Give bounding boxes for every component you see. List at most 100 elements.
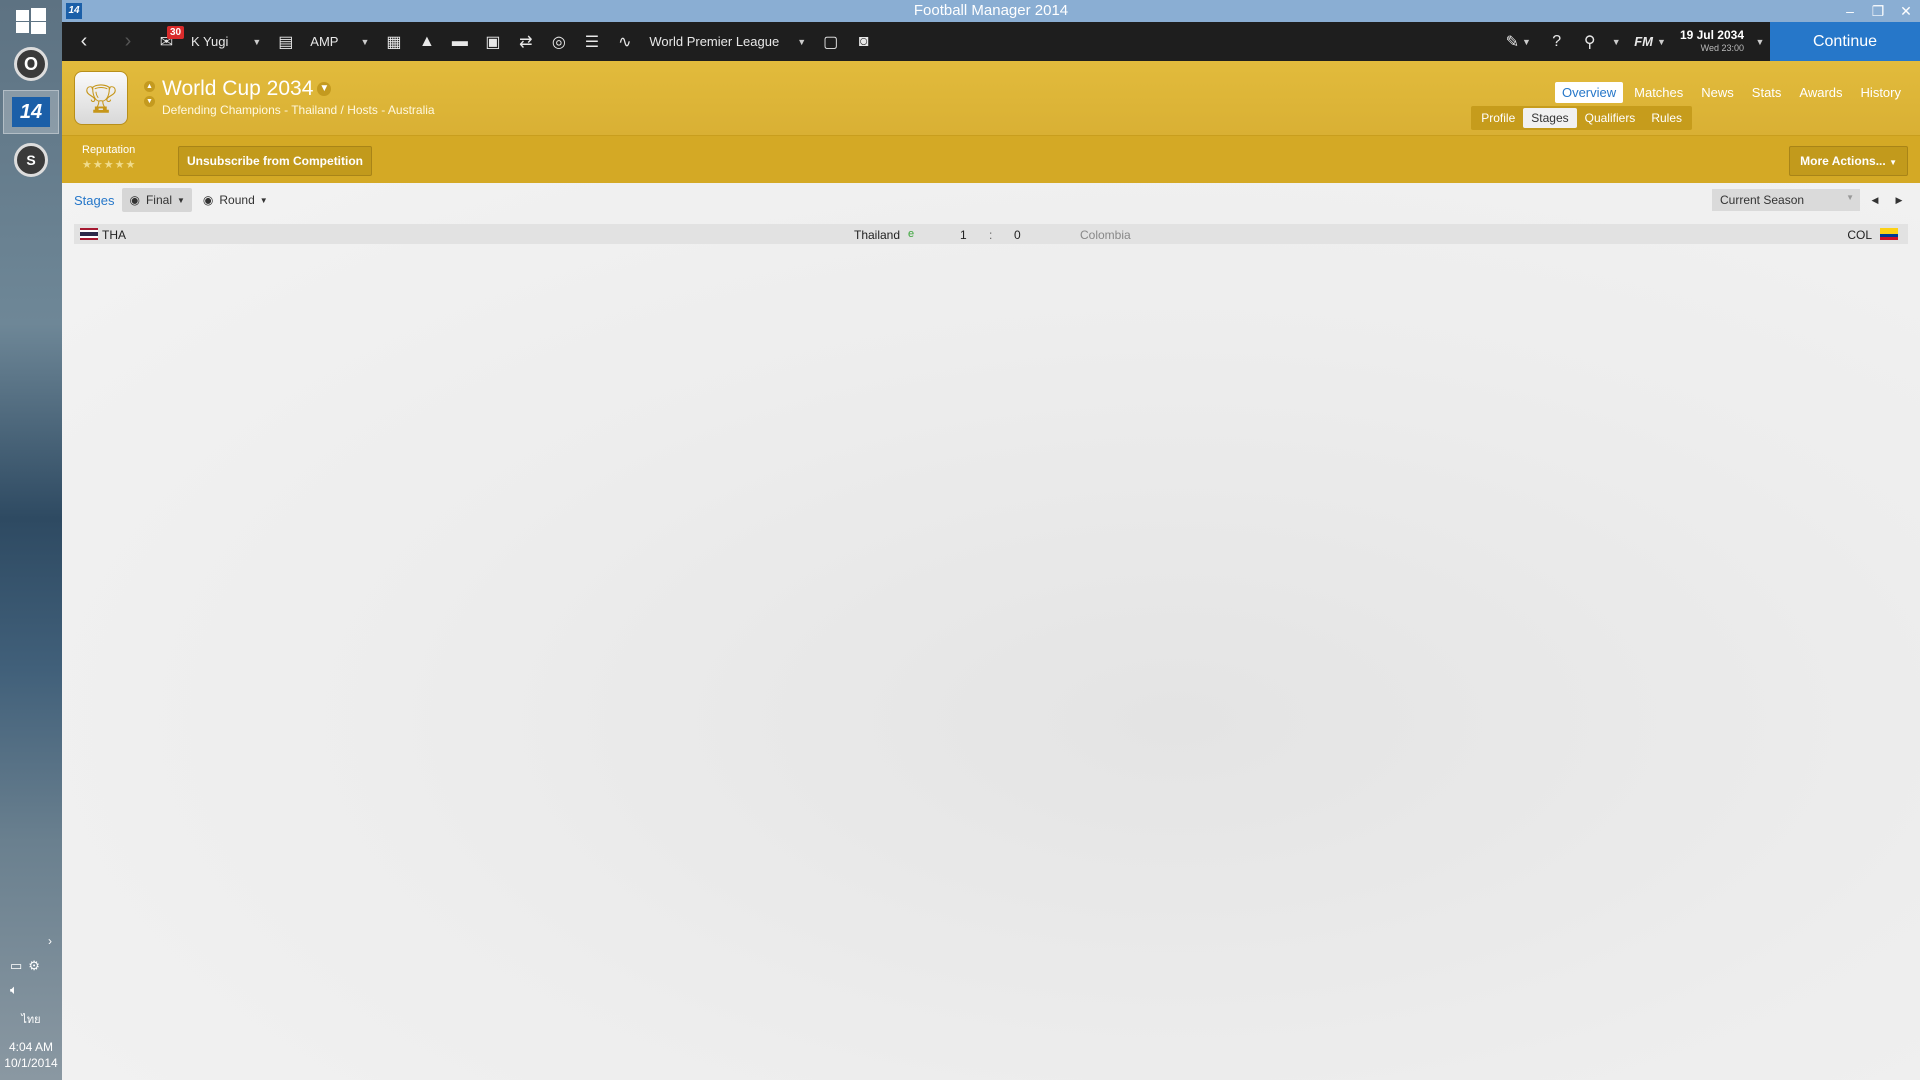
tab-overview[interactable]: Overview [1554, 82, 1624, 103]
folder-icon[interactable]: ▬ [443, 22, 476, 61]
scouting-icon[interactable]: ◎ [542, 22, 575, 61]
team-menu[interactable]: AMP ▼ [302, 22, 377, 61]
chevron-down-icon: ▼ [1889, 158, 1897, 167]
tray-volume: 🔈︎ [10, 982, 54, 998]
search-icon[interactable]: ⚲ [1573, 22, 1606, 61]
inbox-icon[interactable]: ✉ 30 [150, 22, 185, 61]
away-score[interactable]: 0 [1014, 228, 1021, 242]
subtab-stages[interactable]: Stages [1523, 108, 1577, 128]
tactics-icon[interactable]: ▦ [377, 22, 410, 61]
round-filter-label: Round [219, 193, 255, 207]
competition-nav-tabs: Overview Matches News Stats Awards Histo… [1554, 82, 1908, 103]
competition-header: 🏆︎ ▲ ▼ World Cup 2034 ▼ Defending Champio… [62, 61, 1920, 183]
home-team-name[interactable]: Thailand [854, 228, 900, 242]
chevron-down-icon: ▼ [259, 195, 268, 205]
taskbar-app-steam[interactable]: S [3, 138, 59, 182]
fm-menu[interactable]: FM ▼ [1626, 22, 1674, 61]
network-icon[interactable]: ▭ [10, 958, 22, 974]
window-title: Football Manager 2014 [913, 2, 1069, 19]
steam-tray-icon[interactable]: ⚙ [28, 958, 40, 974]
fm-app-icon: 14 [12, 97, 50, 127]
tray-icons: ▭ ⚙ [10, 958, 54, 974]
subtab-rules[interactable]: Rules [1643, 108, 1690, 128]
help-icon[interactable]: ? [1540, 22, 1573, 61]
transfers-icon[interactable]: ⇄ [509, 22, 542, 61]
reputation-label: Reputation [82, 144, 136, 156]
round-filter-dropdown[interactable]: ◉ Round ▼ [196, 188, 275, 212]
tab-history[interactable]: History [1854, 82, 1908, 103]
clipboard-icon[interactable]: ▤ [269, 22, 302, 61]
subtab-qualifiers[interactable]: Qualifiers [1577, 108, 1644, 128]
subtab-profile[interactable]: Profile [1473, 108, 1523, 128]
away-team-code[interactable]: COL [1847, 228, 1872, 242]
competition-title-text: World Cup 2034 [162, 77, 314, 100]
windows-start-icon[interactable] [16, 8, 46, 34]
date-dropdown-icon[interactable]: ▼ [1750, 22, 1770, 61]
volume-icon[interactable]: 🔈︎ [10, 982, 18, 998]
game-date-day: 19 Jul 2034 [1679, 27, 1744, 42]
competition-title[interactable]: World Cup 2034 ▼ [162, 77, 332, 101]
home-team-code[interactable]: THA [102, 228, 126, 242]
window-controls: – ❐ ✕ [1836, 0, 1920, 22]
eye-icon: ◉ [129, 193, 140, 207]
stage-filter-label: Final [145, 193, 172, 207]
manager-menu[interactable]: K Yugi ▼ [183, 22, 269, 61]
fm-window: 14 Football Manager 2014 – ❐ ✕ ‹ › ✉ 30 K… [62, 0, 1920, 1080]
clock-date[interactable]: 10/1/2014 [0, 1056, 62, 1070]
home-score[interactable]: 1 [960, 228, 967, 242]
chevron-down-icon: ▼ [1657, 36, 1666, 47]
previous-season-icon[interactable]: ◀ [1864, 189, 1886, 211]
more-actions-label: More Actions... [1800, 154, 1886, 168]
game-date[interactable]: 19 Jul 2034 Wed 23:00 [1674, 27, 1750, 55]
chevron-up-icon[interactable]: ▲ [144, 81, 155, 92]
calendar-icon[interactable]: ▣ [476, 22, 509, 61]
origin-icon: O [14, 47, 48, 81]
fm-label: FM [1634, 34, 1654, 49]
finances-icon[interactable]: ∿ [608, 22, 641, 61]
league-name: World Premier League [649, 34, 780, 49]
next-season-icon[interactable]: ▶ [1888, 189, 1910, 211]
restore-icon[interactable]: ❐ [1864, 0, 1892, 22]
minimize-icon[interactable]: – [1836, 0, 1864, 22]
chevron-down-icon[interactable]: ▼ [317, 82, 332, 97]
manager-name: K Yugi [191, 34, 229, 49]
tray-expand-icon[interactable]: › [0, 934, 62, 948]
league-menu[interactable]: World Premier League ▼ [641, 22, 814, 61]
taskbar-app-fm[interactable]: 14 [3, 90, 59, 134]
tab-news[interactable]: News [1694, 82, 1741, 103]
camera-icon[interactable]: ◙ [847, 22, 880, 61]
continue-button[interactable]: Continue [1770, 22, 1920, 61]
more-actions-button[interactable]: More Actions... ▼ [1789, 146, 1908, 176]
colombia-flag-icon [1880, 228, 1898, 240]
team-name: AMP [310, 34, 339, 49]
unsubscribe-button[interactable]: Unsubscribe from Competition [178, 146, 373, 176]
chevron-down-icon: ▼ [1846, 193, 1854, 202]
tab-matches[interactable]: Matches [1627, 82, 1690, 103]
match-row[interactable]: THA Thailand e 1 : 0 Colombia COL [74, 224, 1908, 244]
chevron-down-icon[interactable]: ▼ [144, 96, 155, 107]
winner-mark: e [908, 228, 915, 240]
away-team-name[interactable]: Colombia [1080, 228, 1131, 242]
stage-filter-dropdown[interactable]: ◉ Final ▼ [122, 188, 192, 212]
overview-sub-tabs: Profile Stages Qualifiers Rules [1471, 106, 1692, 130]
training-icon[interactable]: ▲ [410, 22, 443, 61]
staff-icon[interactable]: ☰ [575, 22, 608, 61]
close-icon[interactable]: ✕ [1892, 0, 1920, 22]
game-date-time: Wed 23:00 [1700, 42, 1744, 53]
title-bar[interactable]: 14 Football Manager 2014 – ❐ ✕ [62, 0, 1920, 22]
tab-awards[interactable]: Awards [1792, 82, 1849, 103]
taskbar-app-origin[interactable]: O [3, 42, 59, 86]
forward-icon[interactable]: › [106, 22, 150, 61]
language-indicator[interactable]: ไทย [0, 1010, 62, 1028]
reputation-stars: ★★★★★ [82, 159, 137, 171]
clock-time[interactable]: 4:04 AM [0, 1040, 62, 1054]
breadcrumb-stages[interactable]: Stages [74, 193, 114, 208]
competition-subtitle: Defending Champions - Thailand / Hosts -… [162, 103, 435, 117]
tab-stats[interactable]: Stats [1745, 82, 1789, 103]
back-icon[interactable]: ‹ [62, 22, 106, 61]
season-select[interactable]: Current Season ▼ [1712, 189, 1860, 211]
search-dropdown-icon[interactable]: ▼ [1606, 22, 1626, 61]
main-toolbar: ‹ › ✉ 30 K Yugi ▼ ▤ AMP ▼ ▦ ▲ ▬ ▣ ⇄ ◎ ☰ ∿ W… [62, 22, 1920, 61]
settings-wrench-icon[interactable]: ✎ ▼ [1496, 22, 1540, 61]
fixtures-icon[interactable]: ▢ [814, 22, 847, 61]
